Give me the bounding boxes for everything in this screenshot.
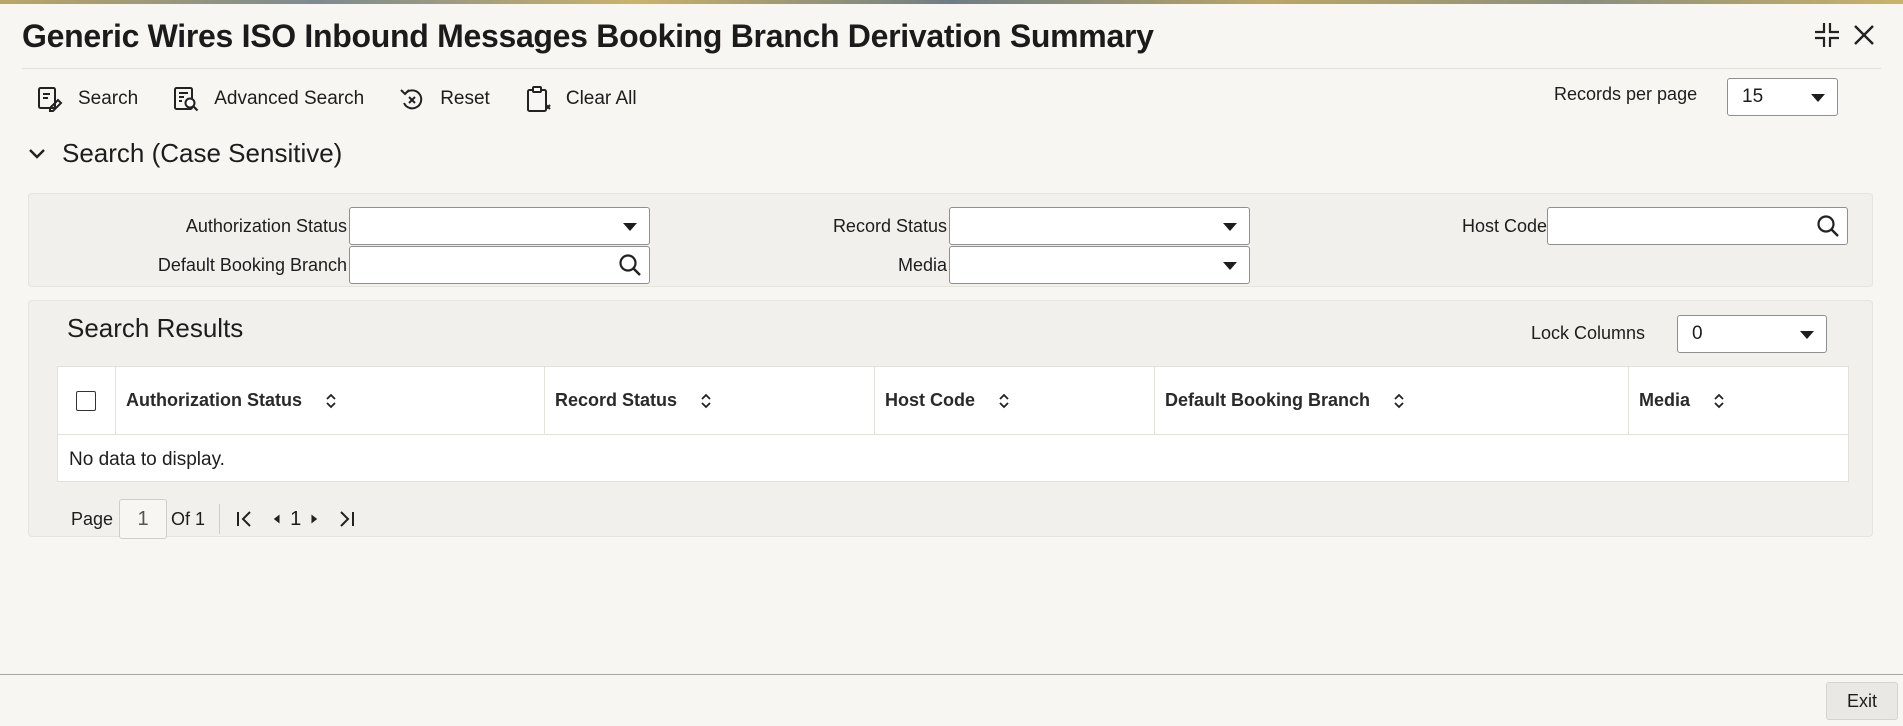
search-criteria-panel: Authorization Status Record Status Host … bbox=[28, 193, 1873, 287]
close-window-button[interactable] bbox=[1849, 20, 1879, 50]
last-page-icon bbox=[340, 511, 355, 527]
reset-icon bbox=[400, 89, 423, 110]
column-header-label: Record Status bbox=[555, 390, 678, 410]
host-code-input[interactable] bbox=[1547, 207, 1848, 245]
title-divider bbox=[22, 68, 1881, 69]
advanced-search-button-label: Advanced Search bbox=[214, 88, 365, 109]
magnifier-icon[interactable] bbox=[1815, 213, 1841, 239]
reset-button-label: Reset bbox=[440, 88, 490, 109]
records-per-page-label: Records per page bbox=[1554, 84, 1698, 104]
host-code-label: Host Code bbox=[1461, 216, 1547, 236]
record-status-select[interactable] bbox=[949, 207, 1250, 245]
toolbar: Search Advanced Search Reset Clear All bbox=[36, 82, 671, 116]
pagination: Page 1 Of 1 1 bbox=[71, 499, 357, 539]
close-icon bbox=[1854, 25, 1874, 45]
record-status-label: Record Status bbox=[832, 216, 947, 236]
current-page-value: 1 bbox=[137, 507, 149, 530]
chevron-down-icon bbox=[1223, 262, 1237, 270]
pager-divider bbox=[219, 504, 221, 534]
advanced-search-icon bbox=[174, 87, 199, 112]
records-per-page-value: 15 bbox=[1742, 86, 1764, 107]
column-header-host-code[interactable]: Host Code bbox=[874, 367, 1154, 434]
search-results-panel: Search Results Lock Columns 0 Authorizat… bbox=[28, 300, 1873, 539]
select-all-checkbox[interactable] bbox=[76, 391, 96, 411]
search-icon bbox=[38, 87, 63, 112]
next-page-button[interactable] bbox=[307, 508, 321, 530]
exit-button[interactable]: Exit bbox=[1826, 682, 1898, 720]
first-page-button[interactable] bbox=[234, 508, 256, 530]
sort-icon[interactable] bbox=[699, 391, 713, 411]
clear-all-button[interactable]: Clear All bbox=[524, 85, 637, 113]
previous-page-icon bbox=[273, 514, 280, 524]
chevron-down-icon bbox=[1800, 331, 1814, 339]
authorization-status-select[interactable] bbox=[349, 207, 650, 245]
results-table: Authorization Status Record Status Host … bbox=[57, 366, 1849, 482]
column-header-record-status[interactable]: Record Status bbox=[544, 367, 874, 434]
media-label: Media bbox=[897, 255, 947, 275]
page-title: Generic Wires ISO Inbound Messages Booki… bbox=[22, 18, 1154, 54]
page-of-label: Of 1 bbox=[171, 508, 206, 529]
advanced-search-button[interactable]: Advanced Search bbox=[172, 85, 364, 113]
summary-window: Generic Wires ISO Inbound Messages Booki… bbox=[0, 4, 1903, 726]
previous-page-button[interactable] bbox=[270, 508, 284, 530]
media-select[interactable] bbox=[949, 246, 1250, 284]
exit-button-label: Exit bbox=[1846, 690, 1877, 711]
search-results-title: Search Results bbox=[67, 313, 244, 343]
sort-icon[interactable] bbox=[1392, 391, 1406, 411]
lock-columns-value: 0 bbox=[1692, 323, 1703, 344]
column-header-label: Authorization Status bbox=[126, 390, 302, 410]
clear-all-button-label: Clear All bbox=[565, 88, 637, 109]
next-page-icon bbox=[311, 514, 318, 524]
search-button[interactable]: Search bbox=[36, 85, 138, 113]
search-section-title: Search (Case Sensitive) bbox=[62, 138, 343, 168]
lock-columns-label: Lock Columns bbox=[1531, 323, 1646, 343]
column-header-label: Host Code bbox=[885, 390, 975, 410]
authorization-status-label: Authorization Status bbox=[185, 216, 347, 236]
last-page-button[interactable] bbox=[335, 508, 357, 530]
magnifier-icon[interactable] bbox=[617, 252, 643, 278]
records-per-page-select[interactable]: 15 bbox=[1727, 78, 1838, 116]
chevron-down-icon bbox=[623, 223, 637, 231]
maximize-button[interactable] bbox=[1812, 20, 1842, 50]
page-number-input[interactable]: 1 bbox=[119, 499, 168, 539]
sort-icon[interactable] bbox=[324, 391, 338, 411]
chevron-down-icon bbox=[1811, 94, 1825, 102]
chevron-down-icon bbox=[29, 148, 45, 159]
column-header-label: Default Booking Branch bbox=[1165, 390, 1371, 410]
empty-table-message: No data to display. bbox=[69, 449, 225, 470]
lock-columns-select[interactable]: 0 bbox=[1677, 315, 1827, 353]
column-header-label: Media bbox=[1639, 390, 1691, 410]
page-label: Page bbox=[71, 508, 114, 529]
sort-icon[interactable] bbox=[1712, 391, 1726, 411]
column-header-default-booking-branch[interactable]: Default Booking Branch bbox=[1154, 367, 1628, 434]
page-indicator: 1 bbox=[290, 507, 302, 530]
column-header-media[interactable]: Media bbox=[1628, 367, 1848, 434]
first-page-icon bbox=[237, 511, 251, 527]
search-section-toggle[interactable]: Search (Case Sensitive) bbox=[26, 138, 342, 169]
default-booking-branch-input[interactable] bbox=[349, 246, 650, 284]
default-booking-branch-label: Default Booking Branch bbox=[157, 255, 347, 275]
clear-all-icon bbox=[526, 86, 551, 112]
maximize-icon bbox=[1815, 23, 1839, 47]
table-header: Authorization Status Record Status Host … bbox=[58, 367, 1848, 435]
sort-icon[interactable] bbox=[997, 391, 1011, 411]
reset-button[interactable]: Reset bbox=[398, 85, 490, 113]
column-header-authorization-status[interactable]: Authorization Status bbox=[115, 367, 544, 434]
search-button-label: Search bbox=[78, 88, 139, 109]
chevron-down-icon bbox=[1223, 223, 1237, 231]
footer-divider bbox=[0, 674, 1903, 675]
